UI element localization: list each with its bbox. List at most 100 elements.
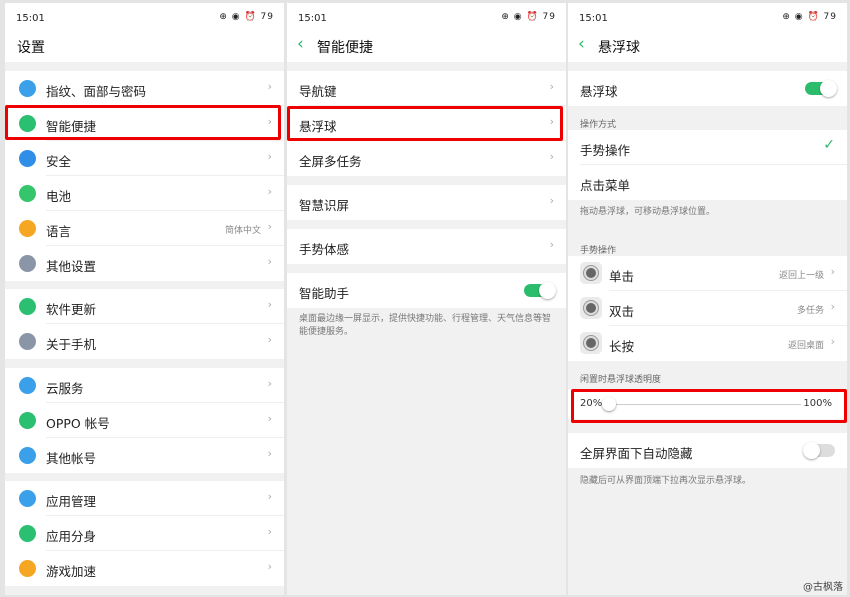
item-smart-screen[interactable]: 智慧识屏› xyxy=(287,185,566,220)
status-bar: 15:01⊕ ◉ ⏰ 79 xyxy=(5,3,284,33)
chevron-right-icon: › xyxy=(268,447,272,460)
settings-item[interactable]: 其他帐号› xyxy=(5,438,284,473)
gesture-item[interactable]: 长按 返回桌面 › xyxy=(568,326,847,361)
check-icon: ✓ xyxy=(823,137,835,153)
chevron-right-icon: › xyxy=(831,335,835,348)
item-label: 语言 xyxy=(46,221,71,240)
watermark: @古枫落 xyxy=(803,578,843,593)
item-label: 点击菜单 xyxy=(580,175,630,194)
item-label: 软件更新 xyxy=(46,299,96,318)
back-icon[interactable]: ‹ xyxy=(578,34,585,54)
item-nav-keys[interactable]: 导航键 › xyxy=(287,71,566,106)
item-label: 手势操作 xyxy=(580,140,630,159)
status-icons: ⊕ ◉ ⏰ 79 xyxy=(501,12,556,22)
battery-icon xyxy=(19,185,36,202)
status-bar: 15:01 ⊕ ◉ ⏰ 79 xyxy=(287,3,566,33)
settings-item[interactable]: 语言简体中文› xyxy=(5,211,284,246)
shield-icon xyxy=(19,150,36,167)
assistant-description: 桌面最边缘一屏显示，提供快捷功能、行程管理、天气信息等智能便捷服务。 xyxy=(299,313,556,339)
item-fullscreen-multitask[interactable]: 全屏多任务› xyxy=(287,141,566,176)
settings-item[interactable]: 游戏加速› xyxy=(5,551,284,586)
item-value: 简体中文 xyxy=(225,223,261,236)
item-label: 电池 xyxy=(46,186,71,205)
chevron-right-icon: › xyxy=(268,412,272,425)
chevron-right-icon: › xyxy=(268,333,272,346)
settings-item[interactable]: 安全 › xyxy=(5,141,284,176)
chevron-right-icon: › xyxy=(550,238,554,251)
item-label: 应用分身 xyxy=(46,526,96,545)
status-time: 15:01 xyxy=(298,13,327,24)
item-label: 指纹、面部与密码 xyxy=(46,81,146,100)
item-label: 导航键 xyxy=(299,81,337,100)
back-icon[interactable]: ‹ xyxy=(297,34,304,54)
item-gesture-motion[interactable]: 手势体感› xyxy=(287,229,566,264)
chevron-right-icon: › xyxy=(831,300,835,313)
item-label: 双击 xyxy=(609,301,634,320)
chevron-right-icon: › xyxy=(550,80,554,93)
settings-item[interactable]: 软件更新 › xyxy=(5,289,284,324)
item-label: 智能助手 xyxy=(299,283,349,302)
settings-item[interactable]: 其他设置 › xyxy=(5,246,284,281)
smart-panel: 15:01⊕ ◉ ⏰ 79 ‹智能便捷 导航键› 悬浮球› 全屏多任务› 智慧识… xyxy=(287,3,566,595)
page-title: 设置 xyxy=(17,37,45,57)
highlight-box xyxy=(571,389,847,423)
chevron-right-icon: › xyxy=(268,255,272,268)
user-icon xyxy=(19,412,36,429)
page-title: 悬浮球 xyxy=(598,37,640,57)
chevron-right-icon: › xyxy=(268,80,272,93)
floating-ball-toggle[interactable] xyxy=(805,82,835,95)
apps-icon xyxy=(19,490,36,507)
settings-item[interactable]: 指纹、面部与密码 › xyxy=(5,71,284,106)
user-icon xyxy=(19,447,36,464)
item-label: 应用管理 xyxy=(46,491,96,510)
settings-item[interactable]: 关于手机 › xyxy=(5,324,284,359)
chevron-right-icon: › xyxy=(831,265,835,278)
autohide-toggle[interactable] xyxy=(805,444,835,457)
chevron-right-icon: › xyxy=(550,150,554,163)
autohide-row: 全屏界面下自动隐藏 xyxy=(568,433,847,468)
item-label: 安全 xyxy=(46,151,71,170)
item-label: 云服务 xyxy=(46,378,84,397)
chevron-right-icon: › xyxy=(268,298,272,311)
status-time: 15:01 xyxy=(579,13,608,24)
info-icon xyxy=(19,333,36,350)
section-label: 手势操作 xyxy=(580,243,616,256)
autohide-description: 隐藏后可从界面顶端下拉再次显示悬浮球。 xyxy=(580,475,837,488)
item-label: 其他设置 xyxy=(46,256,96,275)
chevron-right-icon: › xyxy=(268,185,272,198)
status-icons: ⊕ ◉ ⏰ 79 xyxy=(782,12,837,22)
item-label: 长按 xyxy=(609,336,634,355)
mode-gesture[interactable]: 手势操作 ✓ xyxy=(568,130,847,165)
status-time: 15:01 xyxy=(16,13,45,24)
gear-icon xyxy=(19,255,36,272)
item-label: 悬浮球 xyxy=(580,81,618,100)
gesture-item[interactable]: 单击返回上一级› xyxy=(568,256,847,291)
floating-ball-icon xyxy=(580,262,602,284)
highlight-box xyxy=(287,106,563,141)
floating-ball-panel: 15:01⊕ ◉ ⏰ 79 ‹悬浮球 悬浮球 操作方式 手势操作✓ 点击菜单 拖… xyxy=(568,3,847,595)
settings-item[interactable]: OPPO 帐号› xyxy=(5,403,284,438)
mode-menu[interactable]: 点击菜单 xyxy=(568,165,847,200)
chevron-right-icon: › xyxy=(268,150,272,163)
header: ‹智能便捷 xyxy=(287,33,566,62)
smart-assistant-toggle[interactable] xyxy=(524,284,554,297)
settings-item[interactable]: 应用管理› xyxy=(5,481,284,516)
gesture-item[interactable]: 双击 多任务 › xyxy=(568,291,847,326)
settings-item[interactable]: 云服务› xyxy=(5,368,284,403)
item-value: 返回桌面 xyxy=(788,338,824,351)
item-value: 多任务 xyxy=(797,303,824,316)
settings-item[interactable]: 电池 › xyxy=(5,176,284,211)
floating-ball-row: 悬浮球 xyxy=(568,71,847,106)
update-icon xyxy=(19,298,36,315)
language-icon xyxy=(19,220,36,237)
settings-item[interactable]: 应用分身› xyxy=(5,516,284,551)
gamepad-icon xyxy=(19,560,36,577)
floating-ball-icon xyxy=(580,332,602,354)
item-label: 关于手机 xyxy=(46,334,96,353)
item-label: 全屏界面下自动隐藏 xyxy=(580,443,693,462)
section-label: 闲置时悬浮球透明度 xyxy=(580,372,661,385)
fingerprint-face-icon xyxy=(19,80,36,97)
status-bar: 15:01 ⊕ ◉ ⏰ 79 xyxy=(568,3,847,33)
drag-description: 拖动悬浮球，可移动悬浮球位置。 xyxy=(580,206,837,219)
floating-ball-icon xyxy=(580,297,602,319)
